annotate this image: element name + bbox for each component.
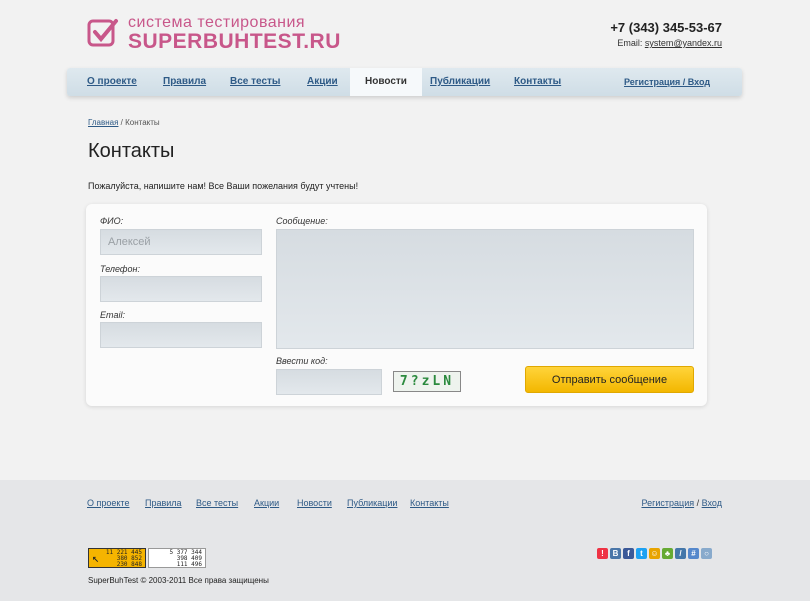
intro-text: Пожалуйста, напишите нам! Все Ваши пожел… (88, 181, 359, 191)
captcha-input[interactable] (276, 369, 382, 395)
footer-nav-rules[interactable]: Правила (145, 498, 182, 508)
facebook-icon[interactable]: f (623, 548, 634, 559)
arrow-icon: ↖ (92, 551, 100, 565)
header: система тестирования SUPERBUHTEST.RU +7 … (0, 0, 810, 66)
pen-icon[interactable]: / (675, 548, 686, 559)
grid-icon[interactable]: # (688, 548, 699, 559)
email-input[interactable] (100, 322, 262, 348)
nav-item-publications[interactable]: Публикации (430, 68, 490, 96)
contact-form: ФИО: Телефон: Email: Сообщение: Ввести к… (86, 204, 707, 406)
footer-nav-publications[interactable]: Публикации (347, 498, 397, 508)
checkbox-logo-icon (87, 19, 118, 47)
name-label: ФИО: (100, 216, 124, 226)
logo-title[interactable]: SUPERBUHTEST.RU (128, 30, 341, 54)
people-icon[interactable]: ☺ (649, 548, 660, 559)
footer: О проекте Правила Все тесты Акции Новост… (0, 480, 810, 601)
social-links: ! B f t ☺ ♣ / # ○ (597, 548, 712, 560)
footer-nav-tests[interactable]: Все тесты (196, 498, 238, 508)
footer-register-link[interactable]: Регистрация (641, 498, 694, 508)
footer-register-separator: / (694, 498, 702, 508)
nav-item-rules[interactable]: Правила (163, 68, 206, 96)
message-textarea[interactable] (276, 229, 694, 349)
footer-register-login: Регистрация / Вход (641, 498, 722, 508)
globe-icon[interactable]: ○ (701, 548, 712, 559)
nav-item-contacts[interactable]: Контакты (514, 68, 561, 96)
phone-number: +7 (343) 345-53-67 (610, 20, 722, 35)
twitter-icon[interactable]: t (636, 548, 647, 559)
bookmark-icon[interactable]: ! (597, 548, 608, 559)
footer-nav-contacts[interactable]: Контакты (410, 498, 449, 508)
nav-item-promos[interactable]: Акции (307, 68, 338, 96)
nav-item-news[interactable]: Новости (350, 68, 422, 96)
footer-nav-promos[interactable]: Акции (254, 498, 279, 508)
footer-nav-news[interactable]: Новости (297, 498, 332, 508)
page-title: Контакты (88, 140, 175, 162)
submit-button[interactable]: Отправить сообщение (525, 366, 694, 393)
phone-label: Телефон: (100, 264, 140, 274)
vkontakte-icon[interactable]: B (610, 548, 621, 559)
stats-counter-primary[interactable]: ↖ 11 221 445 380 852 230 848 (88, 548, 146, 568)
email-label: Email: (100, 310, 126, 320)
footer-login-link[interactable]: Вход (702, 498, 722, 508)
counter-line: 230 848 (116, 561, 142, 568)
main-nav: О проекте Правила Все тесты Акции Новост… (67, 68, 742, 96)
name-input[interactable] (100, 229, 262, 255)
captcha-image: 7?zLN (393, 371, 461, 392)
message-label: Сообщение: (276, 216, 328, 226)
breadcrumb-current: Контакты (125, 118, 160, 127)
nav-item-about[interactable]: О проекте (87, 68, 137, 96)
email-label: Email: (617, 38, 645, 48)
stats-counter-secondary[interactable]: 5 377 344 398 409 111 496 (148, 548, 206, 568)
counter-line: 111 496 (176, 561, 202, 568)
email-link[interactable]: system@yandex.ru (645, 38, 722, 48)
copyright-text: SuperBuhTest © 2003-2011 Все права защищ… (88, 576, 269, 585)
nav-register-login[interactable]: Регистрация / Вход (624, 68, 710, 96)
breadcrumb-home[interactable]: Главная (88, 118, 118, 127)
breadcrumb: Главная / Контакты (88, 118, 160, 127)
email-row: Email: system@yandex.ru (617, 38, 722, 48)
footer-nav-about[interactable]: О проекте (87, 498, 129, 508)
phone-input[interactable] (100, 276, 262, 302)
code-label: Ввести код: (276, 356, 328, 366)
share-icon[interactable]: ♣ (662, 548, 673, 559)
nav-item-tests[interactable]: Все тесты (230, 68, 280, 96)
